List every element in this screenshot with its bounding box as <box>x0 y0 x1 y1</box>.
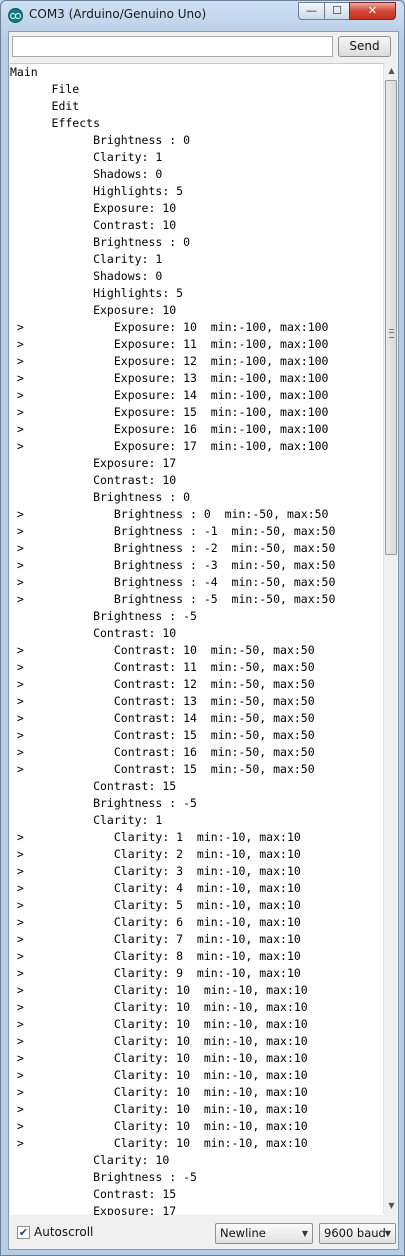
console-line: > Clarity: 3 min:-10, max:10 <box>10 864 301 878</box>
baud-rate-select[interactable]: 9600 baud ▼ <box>319 1223 396 1244</box>
window-client-area: Send Main File Edit Effects Brightness :… <box>8 31 399 1250</box>
title-bar[interactable]: COM3 (Arduino/Genuino Uno) — ☐ ✕ <box>1 1 404 29</box>
console-line: > Clarity: 7 min:-10, max:10 <box>10 932 301 946</box>
console-line: > Clarity: 9 min:-10, max:10 <box>10 966 301 980</box>
console-line: > Clarity: 10 min:-10, max:10 <box>10 983 308 997</box>
console-line: > Clarity: 1 min:-10, max:10 <box>10 830 301 844</box>
console-line: > Clarity: 10 min:-10, max:10 <box>10 1136 308 1150</box>
console-line: > Brightness : -1 min:-50, max:50 <box>10 524 336 538</box>
console-line: Exposure: 17 <box>10 456 177 470</box>
maximize-button[interactable]: ☐ <box>324 2 350 20</box>
arduino-icon <box>8 8 23 23</box>
console-line: Brightness : -5 <box>10 796 197 810</box>
console-line: > Brightness : -5 min:-50, max:50 <box>10 592 336 606</box>
console-line: > Clarity: 4 min:-10, max:10 <box>10 881 301 895</box>
console-line: > Contrast: 14 min:-50, max:50 <box>10 711 315 725</box>
console-line: Edit <box>10 99 80 113</box>
console-line: > Brightness : -3 min:-50, max:50 <box>10 558 336 572</box>
chevron-down-icon: ▼ <box>301 1229 308 1238</box>
serial-monitor-window: COM3 (Arduino/Genuino Uno) — ☐ ✕ Send Ma… <box>0 0 405 1256</box>
grip-icon <box>389 329 394 338</box>
console-line: Brightness : 0 <box>10 490 191 504</box>
console-line: Shadows: 0 <box>10 269 163 283</box>
console-line: Clarity: 1 <box>10 252 163 266</box>
console-line: Brightness : 0 <box>10 235 191 249</box>
console-line: > Clarity: 10 min:-10, max:10 <box>10 1102 308 1116</box>
send-input[interactable] <box>12 36 333 57</box>
console-line: Main <box>10 65 38 79</box>
console-line: Brightness : -5 <box>10 1170 197 1184</box>
footer-bar: ✔ Autoscroll Newline ▼ 9600 baud ▼ <box>9 1218 398 1249</box>
console-line: Exposure: 10 <box>10 303 177 317</box>
console-line: Contrast: 15 <box>10 779 177 793</box>
console-line: > Exposure: 15 min:-100, max:100 <box>10 405 329 419</box>
console-line: > Exposure: 17 min:-100, max:100 <box>10 439 329 453</box>
console-line: > Clarity: 6 min:-10, max:10 <box>10 915 301 929</box>
console-line: Contrast: 10 <box>10 626 177 640</box>
console-line: Contrast: 10 <box>10 218 177 232</box>
console-line: > Exposure: 14 min:-100, max:100 <box>10 388 329 402</box>
console-line: > Clarity: 10 min:-10, max:10 <box>10 1085 308 1099</box>
console-line: > Contrast: 12 min:-50, max:50 <box>10 677 315 691</box>
console-line: Highlights: 5 <box>10 184 184 198</box>
minimize-button[interactable]: — <box>298 2 325 20</box>
down-arrow-icon[interactable]: ▼ <box>385 1198 398 1214</box>
baud-rate-value: 9600 baud <box>324 1226 386 1240</box>
console-line: Contrast: 15 <box>10 1187 177 1201</box>
console-line: > Contrast: 10 min:-50, max:50 <box>10 643 315 657</box>
console-line: > Contrast: 16 min:-50, max:50 <box>10 745 315 759</box>
up-arrow-icon[interactable]: ▲ <box>385 63 398 79</box>
console-line: File <box>10 82 80 96</box>
console-line: > Clarity: 2 min:-10, max:10 <box>10 847 301 861</box>
console-line: > Clarity: 5 min:-10, max:10 <box>10 898 301 912</box>
console-line: Brightness : -5 <box>10 609 197 623</box>
console-line: Clarity: 1 <box>10 150 163 164</box>
console-line: > Clarity: 10 min:-10, max:10 <box>10 1000 308 1014</box>
console-line: Contrast: 10 <box>10 473 177 487</box>
console-line: > Contrast: 15 min:-50, max:50 <box>10 762 315 776</box>
send-button[interactable]: Send <box>338 36 391 57</box>
autoscroll-label: Autoscroll <box>34 1225 94 1239</box>
console-line: Highlights: 5 <box>10 286 184 300</box>
console-line: > Brightness : -2 min:-50, max:50 <box>10 541 336 555</box>
console-line: Exposure: 10 <box>10 201 177 215</box>
console-line: Effects <box>10 116 101 130</box>
window-title: COM3 (Arduino/Genuino Uno) <box>29 7 207 21</box>
console-line: > Exposure: 12 min:-100, max:100 <box>10 354 329 368</box>
console-line: > Exposure: 13 min:-100, max:100 <box>10 371 329 385</box>
close-button[interactable]: ✕ <box>349 2 396 20</box>
console-line: > Exposure: 10 min:-100, max:100 <box>10 320 329 334</box>
serial-output[interactable]: Main File Edit Effects Brightness : 0 Cl… <box>10 63 384 1215</box>
console-line: Clarity: 1 <box>10 813 163 827</box>
console-line: Clarity: 10 <box>10 1153 170 1167</box>
autoscroll-checkbox[interactable]: ✔ <box>17 1226 30 1239</box>
console-line: > Contrast: 13 min:-50, max:50 <box>10 694 315 708</box>
console-line: > Clarity: 10 min:-10, max:10 <box>10 1068 308 1082</box>
console-line: > Contrast: 11 min:-50, max:50 <box>10 660 315 674</box>
chevron-down-icon: ▼ <box>384 1229 391 1238</box>
console-line: Exposure: 17 <box>10 1204 177 1215</box>
line-ending-select[interactable]: Newline ▼ <box>215 1223 313 1244</box>
console-line: Shadows: 0 <box>10 167 163 181</box>
console-line: Brightness : 0 <box>10 133 191 147</box>
console-line: > Clarity: 10 min:-10, max:10 <box>10 1034 308 1048</box>
console-line: > Clarity: 8 min:-10, max:10 <box>10 949 301 963</box>
console-line: > Brightness : -4 min:-50, max:50 <box>10 575 336 589</box>
console-line: > Exposure: 11 min:-100, max:100 <box>10 337 329 351</box>
console-line: > Brightness : 0 min:-50, max:50 <box>10 507 329 521</box>
console-line: > Clarity: 10 min:-10, max:10 <box>10 1017 308 1031</box>
line-ending-value: Newline <box>220 1226 266 1240</box>
console-line: > Clarity: 10 min:-10, max:10 <box>10 1119 308 1133</box>
console-line: > Clarity: 10 min:-10, max:10 <box>10 1051 308 1065</box>
console-line: > Exposure: 16 min:-100, max:100 <box>10 422 329 436</box>
console-line: > Contrast: 15 min:-50, max:50 <box>10 728 315 742</box>
vertical-scrollbar[interactable]: ▲ ▼ <box>383 63 398 1214</box>
scrollbar-thumb[interactable] <box>385 80 397 555</box>
